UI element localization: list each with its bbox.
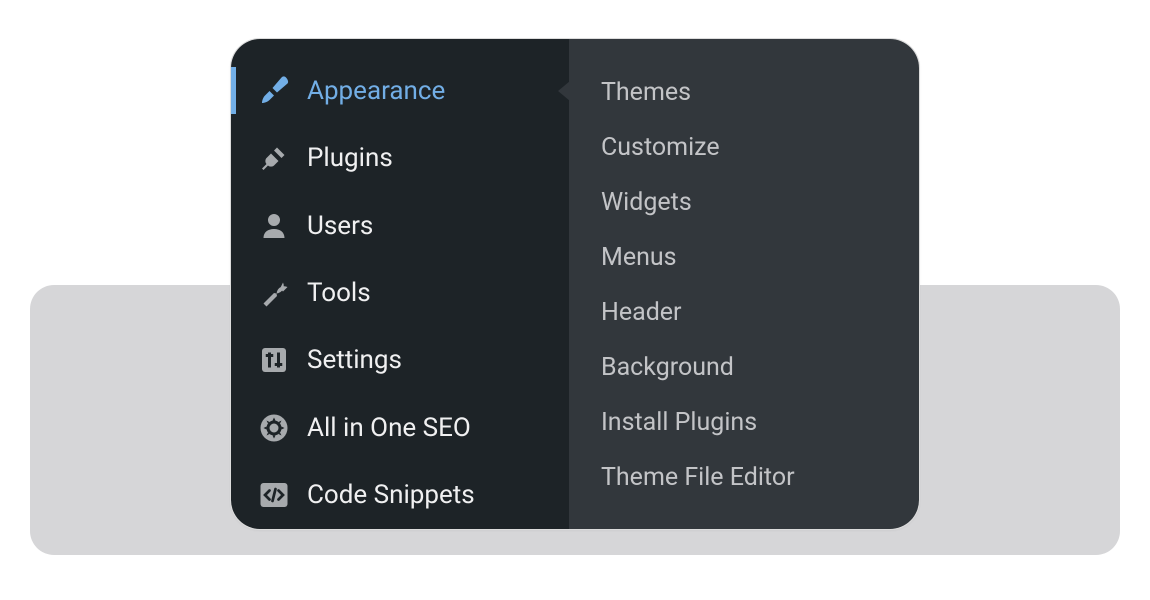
sidebar-item-appearance[interactable]: Appearance (231, 57, 569, 124)
sidebar-item-label: All in One SEO (307, 413, 471, 443)
sidebar-item-code-snippets[interactable]: Code Snippets (231, 462, 569, 529)
sidebar-item-label: Settings (307, 345, 402, 375)
submenu-item-header[interactable]: Header (569, 285, 920, 340)
submenu-item-label: Theme File Editor (601, 463, 795, 492)
code-icon (259, 480, 289, 510)
submenu-item-label: Widgets (601, 188, 692, 217)
gear-icon (259, 413, 289, 443)
submenu-item-label: Customize (601, 133, 720, 162)
submenu-item-themes[interactable]: Themes (569, 65, 920, 120)
submenu-item-install-plugins[interactable]: Install Plugins (569, 395, 920, 450)
sidebar-item-label: Users (307, 211, 373, 241)
submenu-item-menus[interactable]: Menus (569, 230, 920, 285)
submenu-item-label: Install Plugins (601, 408, 757, 437)
submenu-item-label: Background (601, 353, 734, 382)
brush-icon (259, 76, 289, 106)
sliders-icon (259, 345, 289, 375)
user-icon (259, 211, 289, 241)
sidebar-item-all-in-one-seo[interactable]: All in One SEO (231, 394, 569, 461)
sidebar-item-plugins[interactable]: Plugins (231, 124, 569, 191)
sidebar-item-label: Tools (307, 278, 371, 308)
submenu-item-background[interactable]: Background (569, 340, 920, 395)
sidebar-item-users[interactable]: Users (231, 192, 569, 259)
appearance-submenu: Themes Customize Widgets Menus Header Ba… (569, 39, 920, 529)
admin-sidebar: Appearance Plugins Users Tools Settings (231, 39, 569, 529)
submenu-item-label: Header (601, 298, 682, 327)
submenu-item-label: Menus (601, 243, 677, 272)
admin-panel-card: Appearance Plugins Users Tools Settings (230, 38, 920, 530)
submenu-item-theme-file-editor[interactable]: Theme File Editor (569, 450, 920, 505)
sidebar-item-label: Code Snippets (307, 480, 475, 510)
plug-icon (259, 143, 289, 173)
sidebar-item-settings[interactable]: Settings (231, 327, 569, 394)
submenu-item-customize[interactable]: Customize (569, 120, 920, 175)
sidebar-item-tools[interactable]: Tools (231, 259, 569, 326)
wrench-icon (259, 278, 289, 308)
sidebar-item-label: Appearance (307, 76, 445, 106)
submenu-item-widgets[interactable]: Widgets (569, 175, 920, 230)
submenu-item-label: Themes (601, 78, 691, 107)
sidebar-item-label: Plugins (307, 143, 393, 173)
